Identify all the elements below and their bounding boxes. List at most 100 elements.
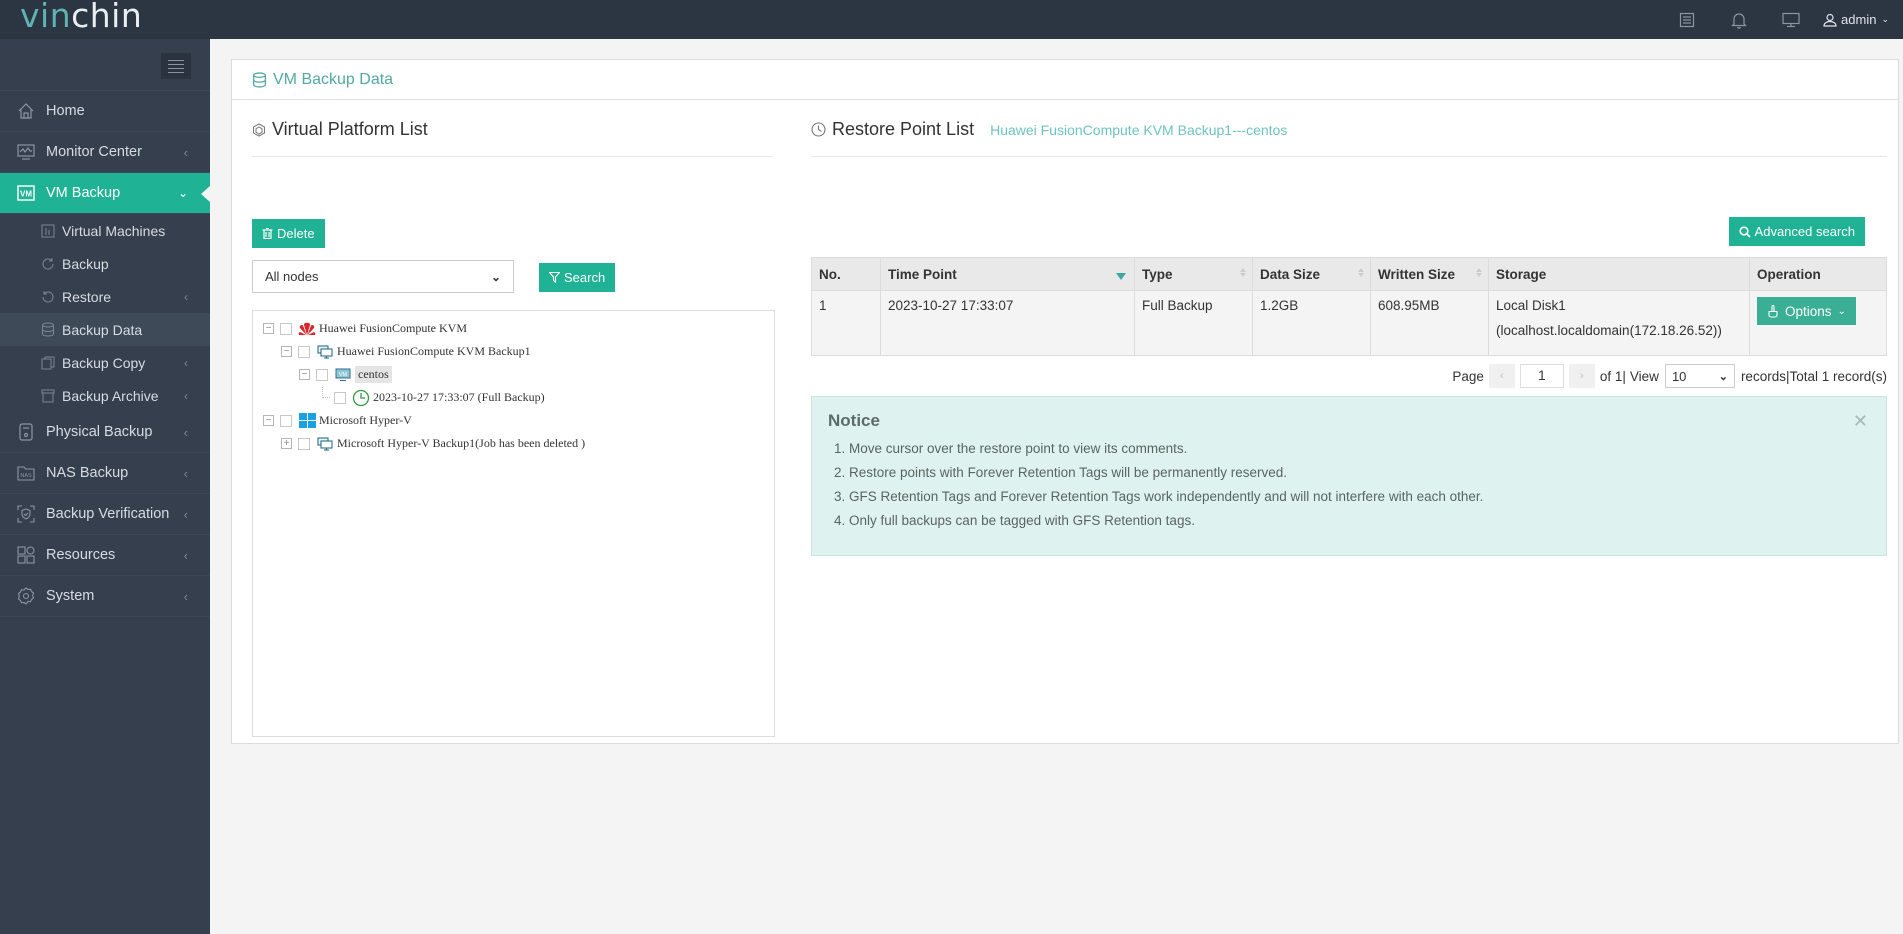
tree-checkbox[interactable] — [334, 391, 346, 404]
cell-written-size: 608.95MB — [1370, 290, 1489, 356]
platform-tree: − Huawei FusionCompute KVM − Huawei FusionC… — [252, 310, 775, 737]
sidebar-item-label: System — [46, 588, 95, 604]
physical-server-icon — [16, 422, 36, 442]
collapse-icon[interactable]: − — [281, 346, 292, 357]
monitor-icon[interactable] — [1765, 0, 1817, 39]
sidebar-item-backup-verification[interactable]: Backup Verification ‹ — [0, 494, 210, 535]
tree-node-label[interactable]: Huawei FusionCompute KVM Backup1 — [337, 344, 531, 359]
tree-node-label[interactable]: centos — [355, 366, 392, 383]
task-list-icon[interactable] — [1661, 0, 1713, 39]
user-menu[interactable]: admin ⌄ — [1823, 12, 1889, 27]
bell-icon[interactable] — [1713, 0, 1765, 39]
sidebar-item-restore[interactable]: Restore ‹ — [0, 280, 210, 313]
expand-icon[interactable]: + — [281, 438, 292, 449]
virtual-platform-panel: Virtual Platform List Delete All nodes ⌄… — [252, 115, 775, 737]
page-header: VM Backup Data — [232, 60, 1898, 100]
tree-node[interactable]: − Huawei FusionCompute KVM — [263, 317, 764, 340]
sidebar-item-backup-copy[interactable]: Backup Copy ‹ — [0, 346, 210, 379]
sidebar-item-nas-backup[interactable]: NAS NAS Backup ‹ — [0, 453, 210, 494]
sidebar-item-home[interactable]: Home — [0, 91, 210, 132]
huawei-icon — [298, 321, 316, 337]
svg-text:VM: VM — [339, 372, 348, 378]
backup-job-icon — [316, 344, 334, 360]
sidebar-item-backup-data[interactable]: Backup Data — [0, 313, 210, 346]
collapse-icon[interactable]: − — [263, 415, 274, 426]
search-button[interactable]: Search — [539, 263, 616, 292]
per-page-select[interactable]: 10 ⌄ — [1664, 364, 1735, 388]
restore-icon — [40, 289, 56, 305]
tree-node[interactable]: − VM centos — [263, 363, 764, 386]
delete-label: Delete — [277, 226, 315, 241]
tree-node-label[interactable]: Huawei FusionCompute KVM — [319, 321, 467, 336]
pagination: Page ‹ 1 › of 1| View 10 ⌄ records|Total … — [1452, 363, 1887, 389]
windows-icon — [298, 413, 316, 429]
column-header-type[interactable]: Type — [1134, 257, 1253, 291]
notice-box: ✕ Notice 1. Move cursor over the restore… — [811, 396, 1887, 556]
tree-node-label[interactable]: Microsoft Hyper-V Backup1(Job has been d… — [337, 436, 585, 451]
chevron-down-icon: ⌄ — [490, 269, 501, 284]
options-button[interactable]: Options ⌄ — [1757, 297, 1856, 325]
sidebar-toggle-button[interactable] — [161, 53, 191, 79]
vinchin-logo: vinchin — [20, 0, 143, 35]
nodes-select[interactable]: All nodes ⌄ — [252, 260, 514, 293]
column-header-written-size[interactable]: Written Size — [1370, 257, 1489, 291]
chevron-down-icon: ⌄ — [1837, 305, 1846, 317]
tree-node[interactable]: − Microsoft Hyper-V — [263, 409, 764, 432]
notice-item: 4. Only full backups can be tagged with … — [834, 513, 1195, 528]
resources-grid-icon — [16, 545, 36, 565]
cell-time-point: 2023-10-27 17:33:07 — [880, 290, 1135, 356]
cell-data-size: 1.2GB — [1252, 290, 1371, 356]
sidebar-item-backup[interactable]: Backup — [0, 247, 210, 280]
chevron-down-icon: ⌄ — [1718, 370, 1728, 383]
column-header-data-size[interactable]: Data Size — [1252, 257, 1371, 291]
shield-check-icon — [16, 504, 36, 524]
close-icon[interactable]: ✕ — [1853, 411, 1868, 432]
sidebar-item-label: NAS Backup — [46, 465, 129, 481]
options-label: Options — [1785, 303, 1832, 319]
filter-icon — [549, 272, 560, 283]
tree-node[interactable]: − Huawei FusionCompute KVM Backup1 — [263, 340, 764, 363]
restore-point-table: No. Time Point Type Data Size Written Si… — [811, 257, 1887, 356]
sidebar-item-resources[interactable]: Resources ‹ — [0, 535, 210, 576]
chevron-left-icon: ‹ — [184, 388, 188, 403]
clock-icon — [352, 389, 370, 406]
sidebar-item-label: Home — [46, 103, 85, 119]
tree-node-label[interactable]: Microsoft Hyper-V — [319, 413, 412, 428]
sidebar-item-vm-backup[interactable]: VM VM Backup ⌄ — [0, 173, 210, 214]
page-input[interactable]: 1 — [1519, 364, 1564, 388]
tree-node-label[interactable]: 2023-10-27 17:33:07 (Full Backup) — [373, 390, 545, 405]
notice-item: 2. Restore points with Forever Retention… — [834, 465, 1287, 480]
tree-checkbox[interactable] — [298, 437, 310, 450]
nas-icon: NAS — [16, 463, 36, 483]
collapse-icon[interactable]: − — [299, 369, 310, 380]
notice-title: Notice — [828, 411, 880, 430]
tree-checkbox[interactable] — [316, 368, 328, 381]
user-icon — [1823, 13, 1837, 27]
page-label: Page — [1452, 368, 1484, 384]
tree-checkbox[interactable] — [280, 414, 292, 427]
delete-button[interactable]: Delete — [252, 219, 325, 248]
prev-page-button[interactable]: ‹ — [1488, 364, 1515, 388]
sidebar-item-backup-archive[interactable]: Backup Archive ‹ — [0, 379, 210, 412]
chevron-left-icon: ‹ — [183, 465, 188, 481]
tree-node[interactable]: + Microsoft Hyper-V Backup1(Job has been … — [263, 432, 764, 455]
cube-icon — [252, 122, 266, 137]
table-row[interactable]: 1 2023-10-27 17:33:07 Full Backup 1.2GB … — [811, 290, 1887, 356]
gear-icon — [16, 586, 36, 606]
sidebar-item-physical-backup[interactable]: Physical Backup ‹ — [0, 412, 210, 453]
sidebar-item-virtual-machines[interactable]: Virtual Machines — [0, 214, 210, 247]
collapse-icon[interactable]: − — [263, 323, 274, 334]
column-header-operation: Operation — [1749, 257, 1887, 291]
panel-title: Restore Point List Huawei FusionCompute … — [811, 115, 1887, 157]
selected-vm-link[interactable]: Huawei FusionCompute KVM Backup1---cento… — [990, 122, 1287, 138]
sidebar-item-monitor-center[interactable]: Monitor Center ‹ — [0, 132, 210, 173]
tree-checkbox[interactable] — [280, 322, 292, 335]
advanced-search-button[interactable]: Advanced search — [1728, 217, 1865, 246]
tree-node[interactable]: 2023-10-27 17:33:07 (Full Backup) — [263, 386, 764, 409]
advanced-search-label: Advanced search — [1754, 224, 1855, 239]
chevron-left-icon: ‹ — [183, 547, 188, 563]
tree-checkbox[interactable] — [298, 345, 310, 358]
next-page-button[interactable]: › — [1568, 364, 1595, 388]
column-header-time-point[interactable]: Time Point — [880, 257, 1135, 291]
sidebar-item-system[interactable]: System ‹ — [0, 576, 210, 617]
